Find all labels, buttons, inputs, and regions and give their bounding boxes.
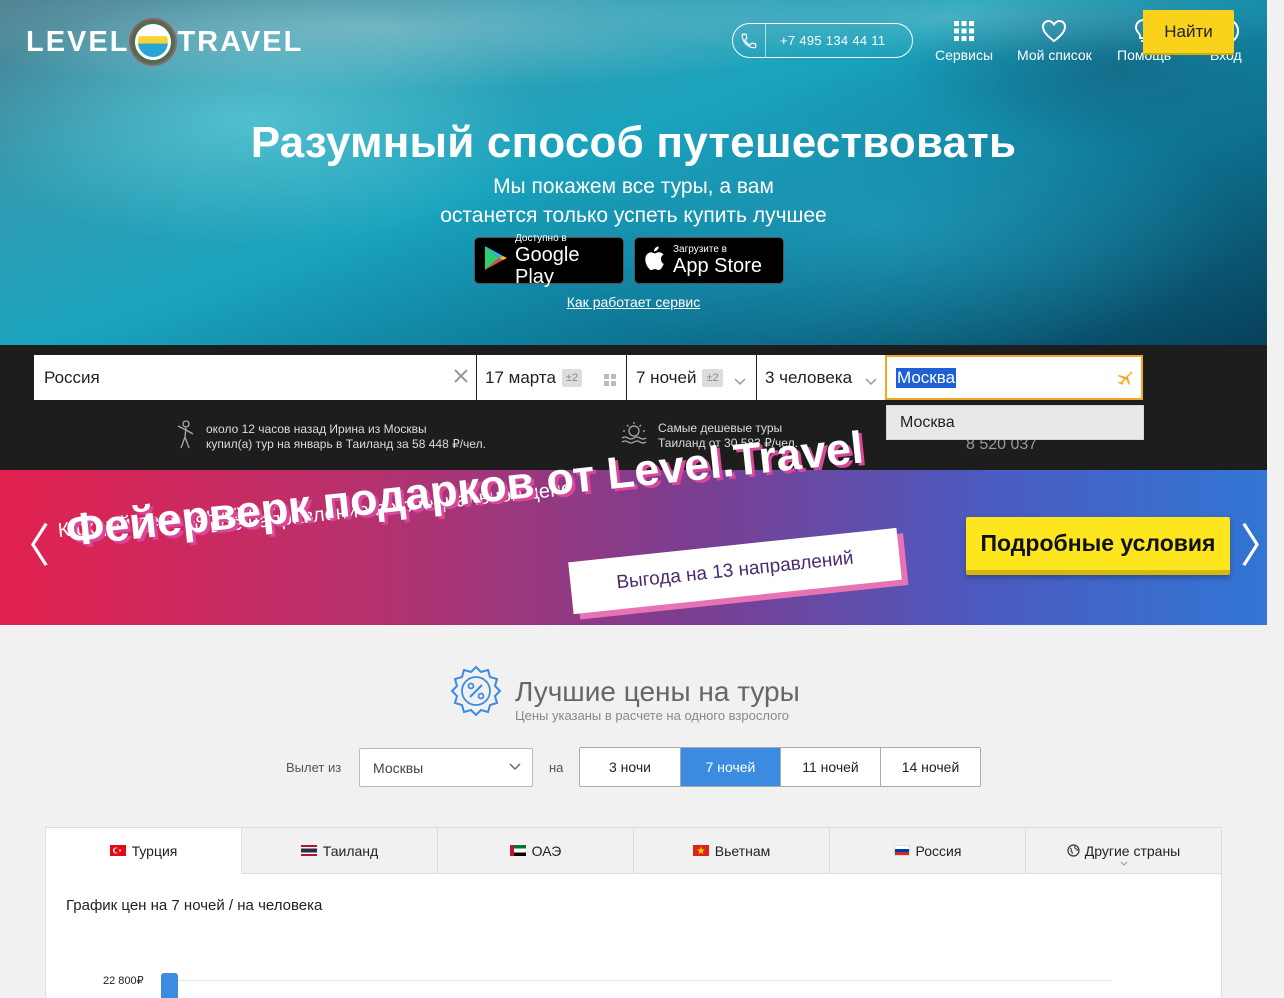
people-field[interactable]: 3 человека (757, 355, 885, 400)
best-prices-subtitle: Цены указаны в расчете на одного взросло… (515, 708, 790, 723)
google-play-icon (483, 244, 509, 277)
chart-grid-line (165, 980, 1112, 981)
logo-sun-icon (135, 24, 172, 60)
date-field[interactable]: 17 марта ±2 (477, 355, 626, 400)
nights-option-11[interactable]: 11 ночей (781, 748, 881, 786)
tab-other-countries[interactable]: Другие страны (1026, 827, 1222, 874)
date-flex-badge: ±2 (561, 368, 583, 387)
best-prices-title: Лучшие цены на туры (515, 676, 800, 707)
how-it-works-link[interactable]: Как работает сервис (0, 294, 1267, 310)
phone-number: +7 495 134 44 11 (780, 33, 886, 48)
chevron-down-icon (1120, 853, 1128, 869)
vietnam-flag-icon (692, 845, 709, 856)
clear-icon[interactable] (454, 368, 468, 388)
nav-services[interactable]: Сервисы (935, 17, 993, 63)
banner-prev-arrow[interactable]: 〈 (4, 523, 50, 569)
chart-title: График цен на 7 ночей / на человека (66, 897, 323, 914)
nav-my-list[interactable]: Мой список (1017, 17, 1092, 63)
nights-option-3[interactable]: 3 ночи (580, 748, 681, 786)
chart-y-tick: 22 800₽ (103, 975, 144, 987)
tab-turkey[interactable]: Турция (45, 827, 242, 874)
departure-label: Вылет из (286, 760, 342, 775)
tab-uae[interactable]: ОАЭ (438, 827, 634, 874)
hero-section: LEVEL TRAVEL +7 495 134 44 11 Сервисы Мо… (0, 0, 1267, 345)
tab-russia[interactable]: Россия (830, 827, 1026, 874)
destination-field[interactable]: Россия (34, 355, 476, 400)
app-store-button[interactable]: Загрузите в App Store (634, 237, 784, 284)
chevron-down-icon (865, 371, 877, 391)
departure-input[interactable]: Москва (885, 355, 1143, 400)
apple-icon (643, 245, 665, 276)
departure-dropdown-option[interactable]: Москва (886, 405, 1144, 440)
thailand-flag-icon (300, 845, 317, 856)
person-icon (174, 420, 196, 454)
country-tabs: Турция Таиланд ОАЭ Вьетнам Россия Другие… (45, 827, 1222, 874)
uae-flag-icon (509, 845, 526, 856)
banner-details-button[interactable]: Подробные условия (966, 517, 1230, 575)
departure-city-select[interactable]: Москвы (359, 748, 533, 787)
nights-selector: 3 ночи 7 ночей 11 ночей 14 ночей (579, 747, 981, 787)
tab-thailand[interactable]: Таиланд (242, 827, 438, 874)
discount-badge-icon (450, 665, 502, 722)
chevron-down-icon (734, 371, 746, 391)
hero-subtitle: Мы покажем все туры, а вам останется тол… (440, 175, 827, 227)
logo[interactable]: LEVEL TRAVEL (26, 20, 303, 64)
russia-flag-icon (893, 845, 910, 856)
globe-icon (1067, 844, 1080, 857)
nights-flex-badge: ±2 (702, 368, 723, 387)
recent-purchase-info: около 12 часов назад Ирина из Москвы куп… (174, 420, 486, 454)
plane-icon (1117, 370, 1133, 391)
phone-icon (733, 24, 766, 57)
tab-vietnam[interactable]: Вьетнам (634, 827, 830, 874)
nights-option-7[interactable]: 7 ночей (681, 748, 781, 786)
calendar-icon (604, 371, 616, 391)
google-play-button[interactable]: Доступно в Google Play (474, 233, 624, 288)
grid-icon (953, 17, 975, 45)
find-button[interactable]: Найти (1143, 10, 1234, 55)
chevron-down-icon (508, 760, 522, 777)
phone-button[interactable]: +7 495 134 44 11 (732, 23, 913, 58)
nights-field[interactable]: 7 ночей ±2 (627, 355, 756, 400)
banner-next-arrow[interactable]: 〉 (1240, 523, 1284, 569)
nights-option-14[interactable]: 14 ночей (881, 748, 980, 786)
logo-text-right: TRAVEL (177, 25, 304, 58)
heart-icon (1041, 17, 1067, 45)
turkey-flag-icon (109, 845, 126, 856)
hero-title: Разумный способ путешествовать (250, 118, 1017, 167)
chart-bar[interactable] (161, 973, 178, 998)
to-label: на (549, 760, 564, 775)
logo-text-left: LEVEL (26, 25, 130, 58)
